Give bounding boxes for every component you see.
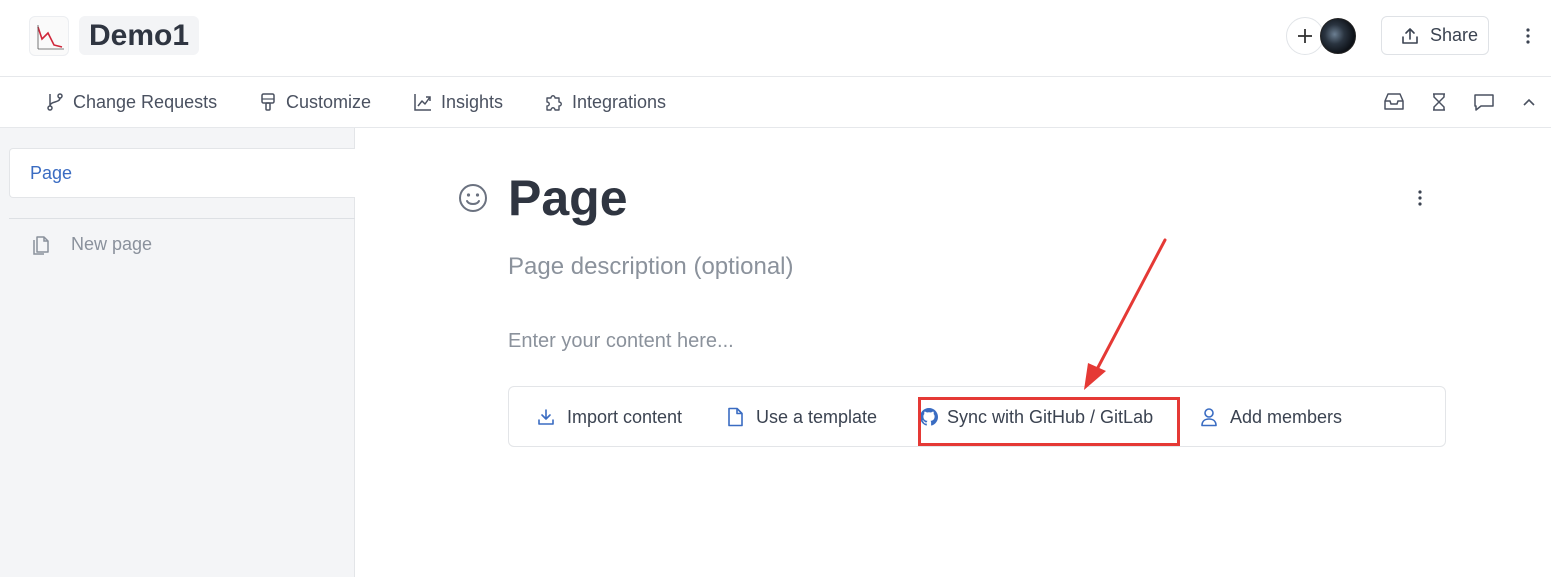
use-template-button[interactable]: Use a template	[726, 404, 877, 430]
top-header: Demo1 Share	[0, 0, 1551, 77]
copy-pages-icon	[33, 236, 49, 255]
page-title[interactable]: Page	[508, 168, 628, 228]
smiley-icon	[459, 184, 487, 212]
hourglass-icon	[1433, 93, 1445, 111]
chevron-up-icon	[1523, 98, 1535, 106]
document-icon	[728, 407, 743, 427]
action-label: Use a template	[756, 406, 878, 427]
kebab-icon	[1418, 190, 1422, 206]
nav-integrations[interactable]: Integrations	[544, 89, 666, 115]
inbox-icon	[1384, 93, 1404, 110]
nav-label: Insights	[441, 91, 504, 112]
nav-label: Change Requests	[73, 91, 218, 112]
download-icon	[538, 409, 554, 425]
share-button[interactable]: Share	[1381, 16, 1489, 55]
nav-insights[interactable]: Insights	[413, 89, 503, 115]
nav-change-requests[interactable]: Change Requests	[45, 89, 217, 115]
avatar[interactable]	[1320, 18, 1356, 54]
share-label: Share	[1430, 25, 1479, 45]
chart-line-icon	[414, 94, 431, 111]
annotation-highlight-box	[918, 397, 1180, 446]
nav-label: Integrations	[572, 91, 667, 112]
annotation-arrow	[1084, 238, 1167, 390]
action-label: Add members	[1230, 406, 1343, 427]
chart-down-icon	[37, 25, 64, 50]
collapse-button[interactable]	[1517, 90, 1541, 114]
kebab-icon	[1526, 28, 1530, 44]
new-page-button[interactable]: New page	[30, 231, 152, 257]
user-icon	[1201, 408, 1217, 427]
plus-icon	[1298, 29, 1312, 43]
new-page-label: New page	[71, 233, 153, 254]
content-editor[interactable]: Enter your content here...	[508, 328, 734, 354]
space-logo[interactable]	[29, 16, 69, 56]
inbox-button[interactable]	[1382, 90, 1406, 114]
sidebar-item-label: Page	[30, 162, 73, 183]
share-icon	[1402, 27, 1418, 44]
paintbrush-icon	[261, 93, 275, 111]
sidebar-divider	[9, 218, 355, 219]
page-description-input[interactable]: Page description (optional)	[508, 252, 794, 282]
space-title[interactable]: Demo1	[79, 16, 200, 55]
comments-button[interactable]	[1472, 90, 1496, 114]
comment-icon	[1474, 94, 1494, 111]
add-button[interactable]	[1286, 17, 1324, 55]
sidebar: Page New page	[0, 128, 355, 577]
sidebar-item-page[interactable]: Page	[9, 148, 355, 198]
sub-navigation: Change Requests Customize Insights Integ…	[0, 77, 1551, 128]
import-content-button[interactable]: Import content	[537, 404, 682, 430]
branch-icon	[47, 93, 63, 111]
nav-customize[interactable]: Customize	[258, 89, 371, 115]
add-members-button[interactable]: Add members	[1200, 404, 1342, 430]
more-options-button[interactable]	[1518, 24, 1538, 48]
history-button[interactable]	[1427, 90, 1451, 114]
puzzle-icon	[546, 95, 562, 111]
page-options-button[interactable]	[1410, 186, 1430, 210]
add-emoji-button[interactable]	[457, 182, 489, 214]
nav-label: Customize	[286, 91, 372, 112]
action-label: Import content	[567, 406, 683, 427]
